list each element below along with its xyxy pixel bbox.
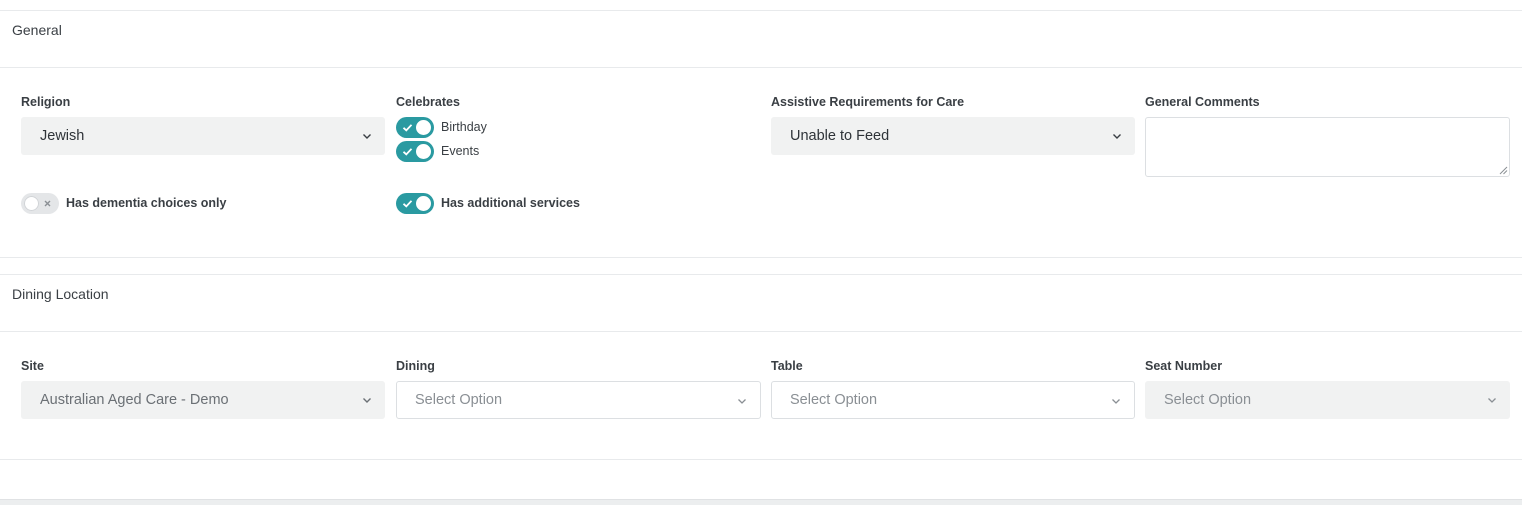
religion-label: Religion — [21, 95, 71, 109]
assistive-label: Assistive Requirements for Care — [771, 95, 965, 109]
seat-number-select[interactable]: Select Option — [1145, 381, 1510, 419]
toggle-knob — [24, 196, 39, 211]
dining-label: Dining — [396, 359, 435, 373]
additional-services-toggle[interactable] — [396, 193, 434, 214]
toggle-knob — [416, 120, 431, 135]
religion-select-value: Jewish — [40, 128, 85, 144]
toggle-knob — [416, 196, 431, 211]
table-select-placeholder: Select Option — [790, 392, 878, 408]
check-icon — [402, 124, 413, 132]
site-select[interactable]: Australian Aged Care - Demo — [21, 381, 385, 419]
table-select[interactable]: Select Option — [771, 381, 1135, 419]
page-bottom-edge — [0, 499, 1522, 505]
birthday-toggle[interactable] — [396, 117, 434, 138]
dining-select-placeholder: Select Option — [415, 392, 503, 408]
comments-label: General Comments — [1145, 95, 1260, 109]
toggle-knob — [416, 144, 431, 159]
check-icon — [402, 148, 413, 156]
additional-services-label: Has additional services — [441, 196, 580, 210]
x-icon — [44, 200, 51, 207]
check-icon — [402, 200, 413, 208]
events-label: Events — [441, 144, 480, 158]
chevron-down-icon — [363, 398, 371, 403]
divider — [0, 257, 1522, 258]
chevron-down-icon — [1113, 134, 1121, 139]
events-toggle[interactable] — [396, 141, 434, 162]
general-comments-textarea[interactable] — [1145, 117, 1510, 177]
form-page: General Religion Jewish Celebrates Birth… — [0, 0, 1522, 505]
table-label: Table — [771, 359, 803, 373]
divider — [0, 459, 1522, 460]
divider — [0, 274, 1522, 275]
dining-select[interactable]: Select Option — [396, 381, 761, 419]
seat-number-label: Seat Number — [1145, 359, 1223, 373]
resize-grip-icon[interactable] — [1498, 165, 1508, 175]
chevron-down-icon — [738, 399, 746, 404]
assistive-select[interactable]: Unable to Feed — [771, 117, 1135, 155]
birthday-label: Birthday — [441, 120, 487, 134]
section-title-dining-location: Dining Location — [12, 286, 109, 302]
divider — [0, 67, 1522, 68]
dementia-toggle[interactable] — [21, 193, 59, 214]
religion-select[interactable]: Jewish — [21, 117, 385, 155]
dementia-toggle-label: Has dementia choices only — [66, 196, 227, 210]
celebrates-label: Celebrates — [396, 95, 460, 109]
divider — [0, 331, 1522, 332]
section-title-general: General — [12, 22, 62, 38]
seat-number-select-placeholder: Select Option — [1164, 392, 1252, 408]
chevron-down-icon — [1488, 398, 1496, 403]
site-select-value: Australian Aged Care - Demo — [40, 392, 229, 408]
chevron-down-icon — [1112, 399, 1120, 404]
chevron-down-icon — [363, 134, 371, 139]
site-label: Site — [21, 359, 44, 373]
assistive-select-value: Unable to Feed — [790, 128, 890, 144]
divider — [0, 10, 1522, 11]
